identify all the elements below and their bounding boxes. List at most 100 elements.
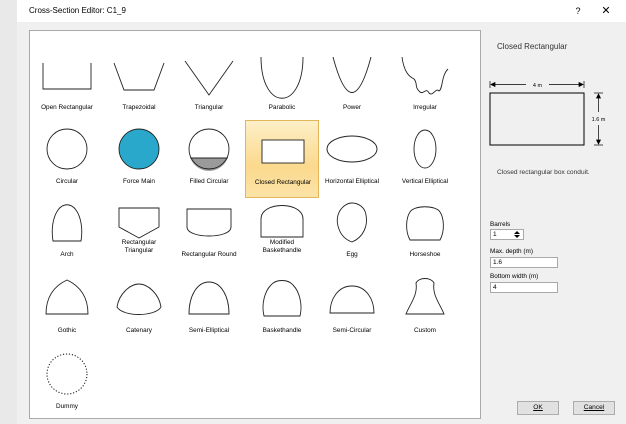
title-bar: Cross-Section Editor: C1_9 ? ✕ <box>17 0 626 22</box>
ok-button-label: OK <box>533 404 543 411</box>
spinner-arrows-icon[interactable] <box>513 230 521 239</box>
help-button[interactable]: ? <box>571 4 585 18</box>
shape-label: Rectangular Triangular <box>121 239 157 254</box>
shape-label: Closed Rectangular <box>254 179 312 186</box>
height-arrow-top <box>595 93 602 99</box>
shape-option-arch[interactable]: Arch <box>30 193 104 271</box>
width-arrow-right <box>578 81 584 88</box>
shape-label: Rectangular Round <box>181 251 237 258</box>
shape-option-closed-rectangular[interactable]: Closed Rectangular <box>245 120 319 198</box>
triangular-shape-icon <box>184 60 234 96</box>
max-depth-label: Max. depth (m) <box>490 248 533 255</box>
gothic-shape-icon <box>45 279 89 315</box>
width-dimension-label: 4 m <box>533 83 543 89</box>
catenary-shape-icon <box>116 283 162 315</box>
shape-option-trapezoidal[interactable]: Trapezoidal <box>102 46 176 124</box>
shape-option-baskethandle[interactable]: Baskethandle <box>245 269 319 347</box>
close-button[interactable]: ✕ <box>598 4 614 18</box>
shape-label: Filled Circular <box>189 178 229 185</box>
power-shape-icon <box>332 56 372 93</box>
horizontal-elliptical-shape-icon <box>326 135 378 163</box>
shape-label: Modified Baskethandle <box>262 239 302 254</box>
force-main-shape-icon <box>118 128 160 170</box>
shape-label: Trapezoidal <box>122 104 156 111</box>
height-arrow-bottom <box>595 139 602 145</box>
horseshoe-shape-icon <box>406 206 444 241</box>
shape-option-rectangular-round[interactable]: Rectangular Round <box>172 193 246 271</box>
shape-label: Horseshoe <box>409 251 441 258</box>
shape-option-triangular[interactable]: Triangular <box>172 46 246 124</box>
shape-option-horseshoe[interactable]: Horseshoe <box>388 193 462 271</box>
cancel-button[interactable]: Cancel <box>573 401 615 415</box>
shape-label: Parabolic <box>268 104 296 111</box>
background-strip <box>0 0 17 424</box>
custom-shape-icon <box>405 278 445 315</box>
dummy-shape-icon <box>46 353 88 395</box>
shape-label: Dummy <box>55 403 78 410</box>
shape-option-power[interactable]: Power <box>315 46 389 124</box>
window-title: Cross-Section Editor: C1_9 <box>29 6 126 15</box>
shape-label: Egg <box>346 251 358 258</box>
trapezoidal-shape-icon <box>113 62 165 91</box>
shape-label: Catenary <box>126 327 152 334</box>
egg-shape-icon <box>336 202 367 243</box>
shape-option-irregular[interactable]: Irregular <box>388 46 462 124</box>
parabolic-shape-icon <box>260 56 304 99</box>
shape-preview: 4 m 1.6 m <box>489 81 606 146</box>
cancel-button-label: Cancel <box>583 404 605 411</box>
shape-label: Force Main <box>123 178 155 185</box>
shape-option-modified-baskethandle[interactable]: Modified Baskethandle <box>245 193 319 271</box>
shape-option-filled-circular[interactable]: Filled Circular <box>172 120 246 198</box>
bottom-width-label: Bottom width (m) <box>490 273 539 280</box>
shape-label: Triangular <box>194 104 224 111</box>
semi-circular-shape-icon <box>329 285 375 314</box>
vertical-elliptical-shape-icon <box>413 129 437 169</box>
shape-option-horizontal-elliptical[interactable]: Horizontal Elliptical <box>315 120 389 198</box>
filled-circular-shape-icon <box>188 128 230 171</box>
shape-label: Semi-Elliptical <box>188 327 230 334</box>
shape-option-circular[interactable]: Circular <box>30 120 104 198</box>
shape-option-force-main[interactable]: Force Main <box>102 120 176 198</box>
shape-option-semi-elliptical[interactable]: Semi-Elliptical <box>172 269 246 347</box>
baskethandle-shape-icon <box>262 280 302 317</box>
shape-label: Baskethandle <box>262 327 302 334</box>
barrels-spinner[interactable]: 1 <box>490 229 524 240</box>
shape-label: Circular <box>55 178 78 185</box>
shape-label: Open Rectangular <box>41 104 93 111</box>
shape-option-egg[interactable]: Egg <box>315 193 389 271</box>
ok-button[interactable]: OK <box>517 401 559 415</box>
shape-option-rectangular-triangular[interactable]: Rectangular Triangular <box>102 193 176 271</box>
barrels-label: Barrels <box>490 221 511 228</box>
preview-rectangle <box>489 92 585 146</box>
closed-rectangular-shape-icon <box>261 139 305 164</box>
shape-option-vertical-elliptical[interactable]: Vertical Elliptical <box>388 120 462 198</box>
rectangular-round-shape-icon <box>186 208 232 237</box>
shape-option-custom[interactable]: Custom <box>388 269 462 347</box>
bottom-width-input[interactable]: 4 <box>490 282 558 293</box>
shape-label: Gothic <box>57 327 77 334</box>
cross-section-editor-dialog: Cross-Section Editor: C1_9 ? ✕ Open Rect… <box>17 0 626 424</box>
open-rectangular-shape-icon <box>42 63 92 90</box>
irregular-shape-icon <box>401 56 449 95</box>
shape-gallery: Open Rectangular Trapezoidal Triangular Par… <box>29 30 481 419</box>
shape-label: Semi-Circular <box>332 327 372 334</box>
shape-title: Closed Rectangular <box>497 42 568 51</box>
shape-option-gothic[interactable]: Gothic <box>30 269 104 347</box>
shape-label: Arch <box>60 251 74 258</box>
arch-shape-icon <box>51 204 83 242</box>
circular-shape-icon <box>46 128 88 170</box>
shape-label: Custom <box>413 327 437 334</box>
shape-option-dummy[interactable]: Dummy <box>30 345 104 423</box>
shape-option-open-rectangular[interactable]: Open Rectangular <box>30 46 104 124</box>
shape-label: Vertical Elliptical <box>401 178 449 185</box>
shape-label: Horizontal Elliptical <box>325 178 379 185</box>
shape-label: Irregular <box>413 104 437 111</box>
shape-label: Power <box>342 104 362 111</box>
barrels-value: 1 <box>493 231 497 238</box>
height-dimension-label: 1.6 m <box>592 117 606 123</box>
shape-option-semi-circular[interactable]: Semi-Circular <box>315 269 389 347</box>
semi-elliptical-shape-icon <box>188 281 230 315</box>
shape-option-parabolic[interactable]: Parabolic <box>245 46 319 124</box>
shape-option-catenary[interactable]: Catenary <box>102 269 176 347</box>
max-depth-input[interactable]: 1.6 <box>490 257 558 268</box>
